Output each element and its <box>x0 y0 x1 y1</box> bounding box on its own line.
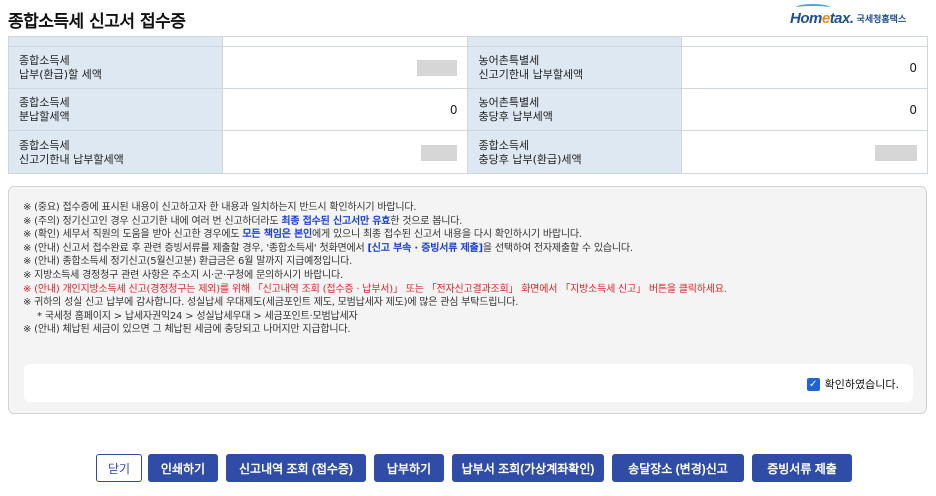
value-income-tax-after-offset <box>681 130 928 173</box>
notice-line: ※ (안내) 종합소득세 정기신고(5월신고분) 환급금은 6월 말까지 지급예… <box>23 256 353 268</box>
checkbox-checked-icon[interactable]: ✓ <box>806 377 820 391</box>
notice-line: ※ (안내) 체납된 세금이 있으면 그 체납된 세금에 충당되고 나머지만 지… <box>23 324 351 336</box>
logo-subtitle: 국세청홈택스 <box>856 14 907 25</box>
masked-amount <box>875 144 917 161</box>
value-income-tax-in-deadline <box>221 130 469 173</box>
action-button-bar: 닫기 인쇄하기 신고내역 조회 (접수증) 납부하기 납부서 조회(가상계좌확인… <box>0 448 936 482</box>
hometax-logo: Hometax. 국세청홈택스 <box>790 4 907 28</box>
label-income-tax-in-deadline: 종합소득세 신고기한내 납부할세액 <box>8 130 223 173</box>
label-rural-tax-in-deadline: 농어촌특별세 신고기한내 납부할세액 <box>467 46 683 89</box>
history-button[interactable]: 신고내역 조회 (접수증) <box>226 454 366 482</box>
confirm-checkbox-label[interactable]: ✓ 확인하였습니다. <box>806 376 899 392</box>
print-button[interactable]: 인쇄하기 <box>148 454 218 482</box>
notice-lines: ※ (중요) 접수증에 표시된 내용이 신고하고자 한 내용과 일치하는지 반드… <box>23 201 727 337</box>
label-installment-tax: 종합소득세 분납할세액 <box>8 88 223 131</box>
logo-brand: Hometax. <box>790 9 854 27</box>
notice-line: ※ (안내) 신고서 접수완료 후 관련 증빙서류를 제출할 경우, '종합소득… <box>23 242 633 254</box>
notice-line: ※ (중요) 접수증에 표시된 내용이 신고하고자 한 내용과 일치하는지 반드… <box>23 202 417 213</box>
bill-lookup-button[interactable]: 납부서 조회(가상계좌확인) <box>452 454 604 482</box>
pay-button[interactable]: 납부하기 <box>374 454 444 482</box>
notice-line: ※ 지방소득세 경정청구 관련 사항은 주소지 시·군·구청에 문의하시기 바랍… <box>23 269 343 281</box>
table-row: 종합소득세 납부(환급)할 세액 농어촌특별세 신고기한내 납부할세액 0 <box>8 46 928 89</box>
masked-amount <box>417 59 458 76</box>
evidence-submit-button[interactable]: 증빙서류 제출 <box>752 454 852 482</box>
table-row-clipped <box>8 36 928 47</box>
value-rural-tax-after-offset: 0 <box>681 88 928 131</box>
confirm-text: 확인하였습니다. <box>824 378 899 391</box>
page-header: 종합소득세 신고서 접수증 Hometax. 국세청홈택스 <box>0 0 936 36</box>
notice-line: ※ (주의) 정기신고인 경우 신고기한 내에 여러 번 신고하더라도 최종 접… <box>23 215 463 227</box>
confirm-box: ✓ 확인하였습니다. <box>24 364 913 402</box>
notice-panel: ※ (중요) 접수증에 표시된 내용이 신고하고자 한 내용과 일치하는지 반드… <box>8 186 927 414</box>
notice-line: ※ (확인) 세무서 직원의 도움을 받아 신고한 경우에도 모든 책임은 본인… <box>23 229 582 241</box>
notice-line-path: * 국세청 홈페이지 > 납세자권익24 > 성실납세우대 > 세금포인트·모범… <box>37 310 358 322</box>
value-rural-tax-in-deadline: 0 <box>681 46 928 89</box>
notice-line: ※ 귀하의 성실 신고 납부에 감사합니다. 성실납세 우대제도(세금포인트 제… <box>23 297 519 309</box>
label-income-tax-payable: 종합소득세 납부(환급)할 세액 <box>8 46 223 89</box>
label-income-tax-after-offset: 종합소득세 충당후 납부(환급)세액 <box>467 130 683 173</box>
table-row: 종합소득세 분납할세액 0 농어촌특별세 충당후 납부세액 0 <box>8 88 928 131</box>
page-title: 종합소득세 신고서 접수증 <box>8 12 186 32</box>
table-row: 종합소득세 신고기한내 납부할세액 종합소득세 충당후 납부(환급)세액 <box>8 130 928 173</box>
value-income-tax-payable <box>221 46 469 89</box>
close-button[interactable]: 닫기 <box>96 454 142 482</box>
masked-amount <box>421 144 458 161</box>
value-installment-tax: 0 <box>221 88 469 131</box>
delivery-address-button[interactable]: 송달장소 (변경)신고 <box>612 454 744 482</box>
logo-swoosh-icon <box>796 4 830 11</box>
notice-line-alert: ※ (안내) 개인지방소득세 신고(경정청구는 제외)를 위해 「신고내역 조회… <box>23 283 727 295</box>
label-rural-tax-after-offset: 농어촌특별세 충당후 납부세액 <box>467 88 683 131</box>
tax-summary-table: 종합소득세 납부(환급)할 세액 농어촌특별세 신고기한내 납부할세액 0 종합소득… <box>8 36 928 174</box>
